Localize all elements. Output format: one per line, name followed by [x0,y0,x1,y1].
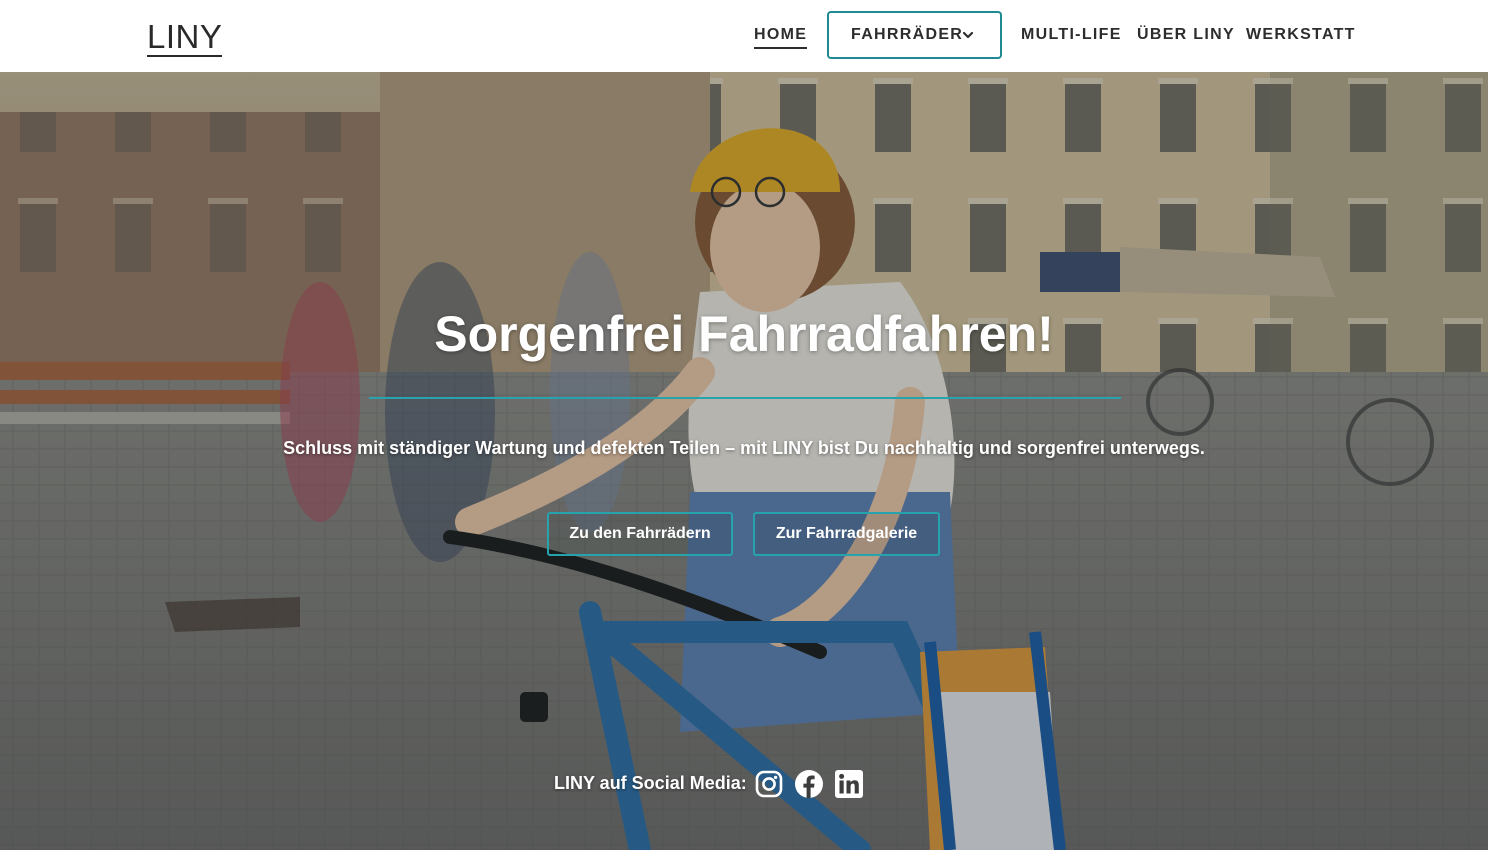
hero-title: Sorgenfrei Fahrradfahren! [434,306,1054,362]
zur-fahrradgalerie-button[interactable]: Zur Fahrradgalerie [753,512,940,556]
facebook-icon[interactable] [794,769,824,799]
nav-item-ueber-liny[interactable]: ÜBER LINY [1137,25,1235,45]
nav-item-home[interactable]: HOME [754,25,808,49]
nav-home-label: HOME [754,26,808,43]
nav-item-werkstatt[interactable]: WERKSTATT [1246,25,1356,45]
hero-section: Sorgenfrei Fahrradfahren! Schluss mit st… [0,72,1488,850]
instagram-icon[interactable] [754,769,784,799]
chevron-down-icon [962,31,974,39]
hero-overlay [0,72,1488,850]
site-header: LINY HOME FAHRRÄDER MULTI-LIFE ÜBER LINY… [0,0,1500,72]
zu-den-fahrraedern-button[interactable]: Zu den Fahrrädern [547,512,733,556]
hero-divider [369,397,1121,399]
active-underline [754,47,808,49]
hero-subtitle: Schluss mit ständiger Wartung und defekt… [283,438,1205,458]
nav-item-fahrraeder-dropdown[interactable]: FAHRRÄDER [827,11,1002,59]
linkedin-icon[interactable] [834,769,864,799]
nav-item-multi-life[interactable]: MULTI-LIFE [1021,25,1122,45]
social-media-label: LINY auf Social Media: [554,773,747,793]
main-nav: HOME FAHRRÄDER MULTI-LIFE ÜBER LINY WERK… [0,0,1500,72]
page-edge-bottom [0,850,1500,866]
page-edge [1488,72,1500,866]
nav-fahrraeder-label: FAHRRÄDER [851,26,964,43]
